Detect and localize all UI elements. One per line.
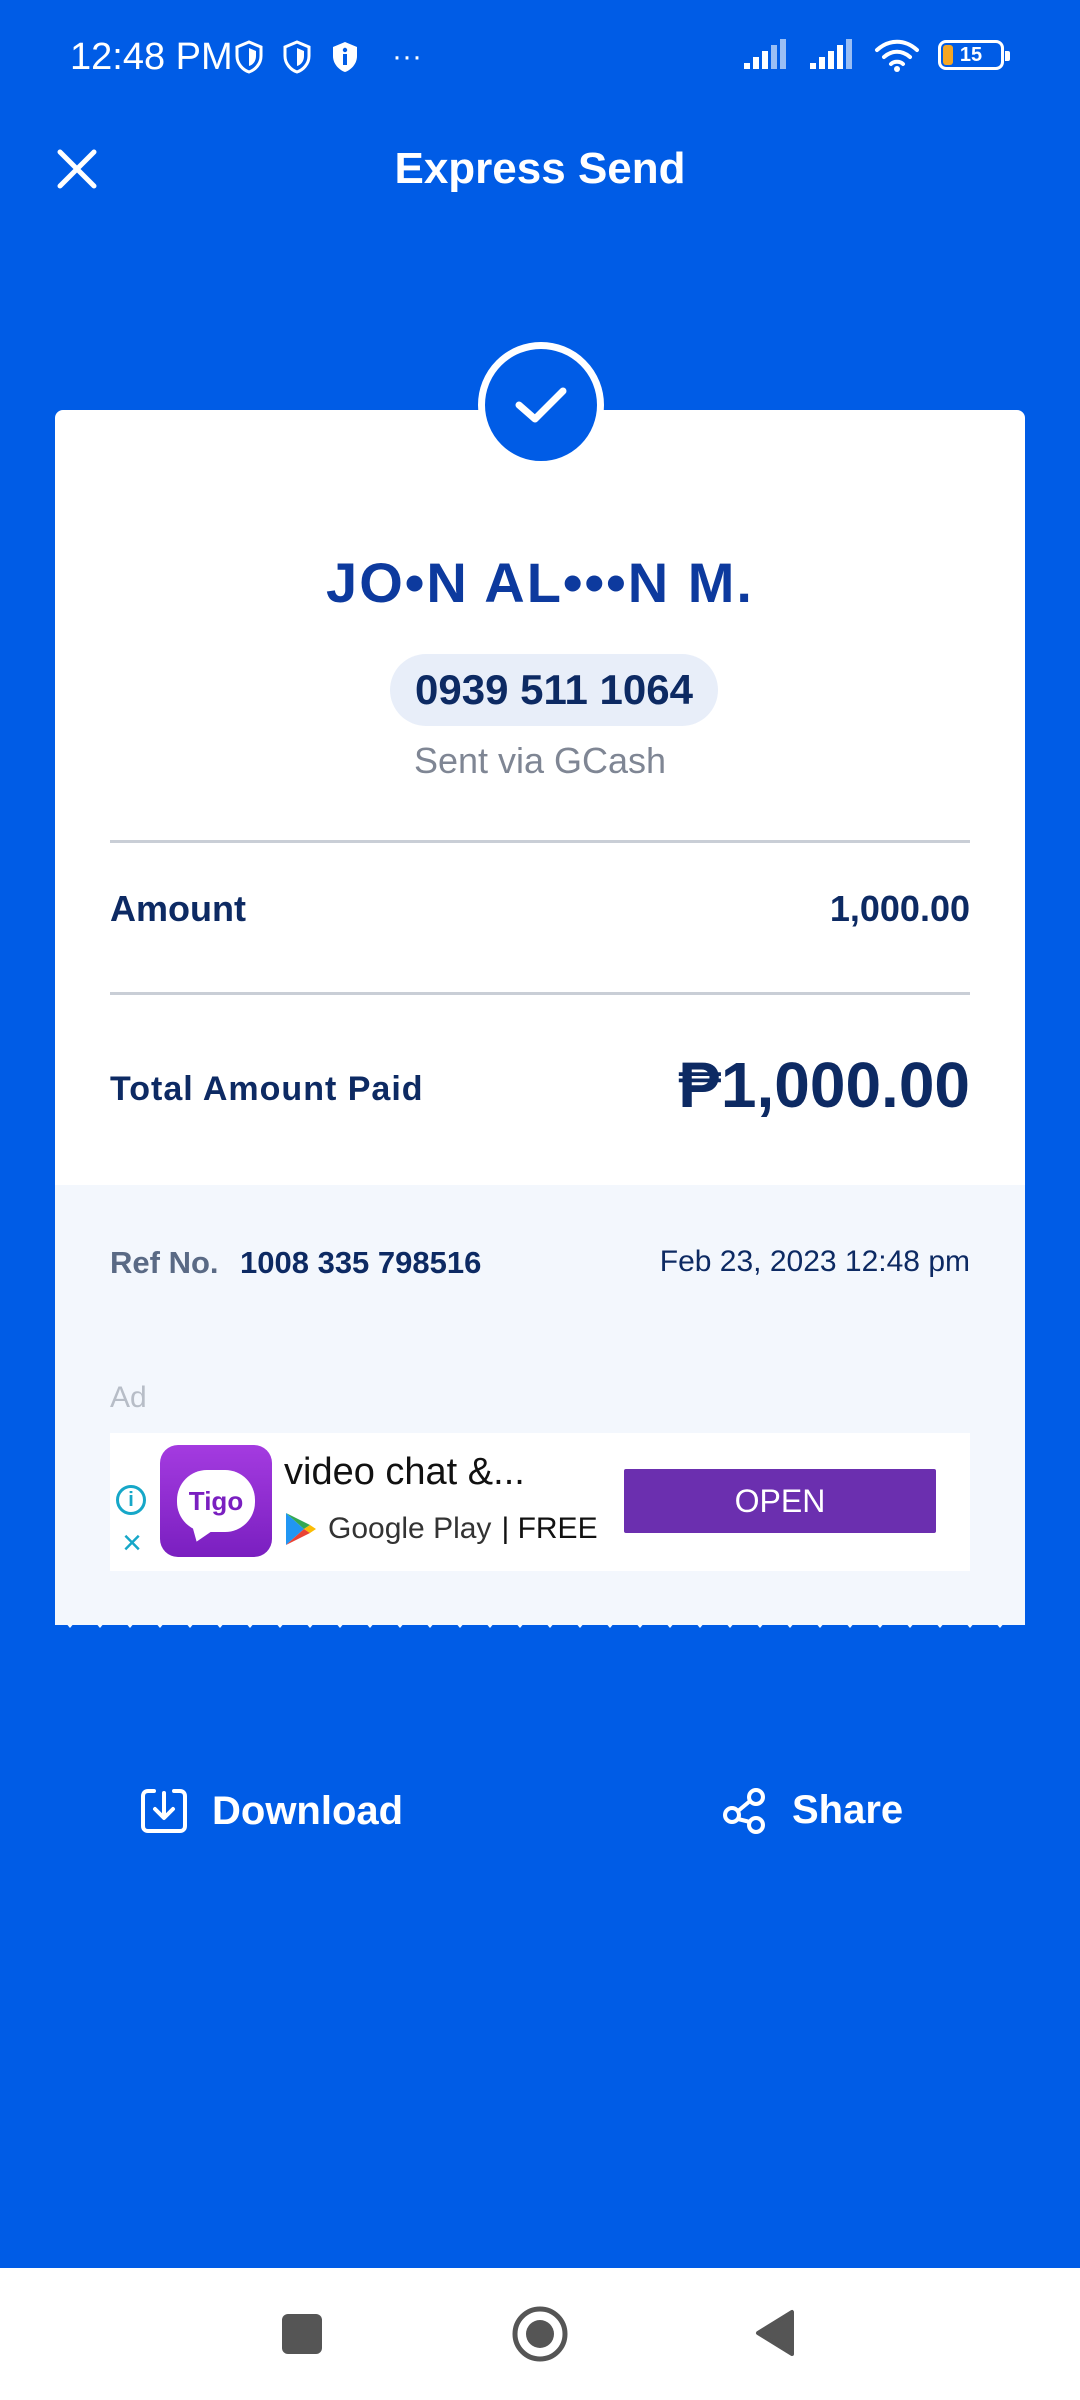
back-button[interactable] [752, 2308, 796, 2358]
status-bar: 12:48 PM ··· 15 [0, 0, 1080, 120]
sent-via-label: Sent via GCash [413, 740, 667, 781]
page-title: Express Send [394, 144, 686, 193]
shield-info-icon [333, 42, 357, 72]
total-amount-label: Total Amount Paid [110, 1070, 424, 1108]
ref-number: 1008 335 798516 [240, 1245, 482, 1280]
receipt-card: JO•N AL•••N M. 0939 511 1064 Sent via GC… [55, 410, 1025, 1640]
share-icon [723, 1788, 765, 1834]
recipient-name: JO•N AL•••N M. [326, 551, 754, 614]
home-button[interactable] [510, 2304, 570, 2364]
receipt-summary: JO•N AL•••N M. 0939 511 1064 Sent via GC… [55, 410, 1025, 1185]
share-button[interactable]: Share [720, 1785, 903, 1835]
download-label: Download [212, 1788, 404, 1833]
signal-icon [810, 39, 852, 69]
more-notifications-icon: ··· [392, 40, 422, 73]
status-right-icons: 15 [742, 38, 1010, 72]
header: Express Send [0, 120, 1080, 220]
recent-apps-button[interactable] [282, 2314, 322, 2354]
system-nav-bar [0, 2268, 1080, 2400]
amount-value: 1,000.00 [829, 888, 970, 929]
ad-price: | FREE [501, 1512, 598, 1545]
ad-store-name: Google Play [328, 1512, 492, 1545]
ad-app-icon[interactable]: Tigo [160, 1445, 272, 1557]
ad-info-icon[interactable]: i [116, 1485, 146, 1515]
google-play-icon [286, 1513, 316, 1545]
ad-banner[interactable]: i × Tigo video chat &... Google Play | F… [110, 1433, 970, 1571]
total-amount-value: ₱1,000.00 [678, 1049, 970, 1121]
share-label: Share [792, 1787, 904, 1832]
signal-icon [744, 39, 786, 69]
battery-level: 15 [959, 43, 983, 66]
wifi-icon [875, 39, 919, 72]
amount-label: Amount [110, 888, 246, 929]
battery-icon: 15 [938, 40, 1010, 70]
status-left-icons: ··· [234, 40, 422, 74]
ref-label: Ref No. [110, 1245, 219, 1280]
ad-store-row: Google Play | FREE [284, 1511, 598, 1547]
tigo-logo: Tigo [177, 1470, 255, 1532]
ad-close-icon[interactable]: × [118, 1526, 146, 1560]
download-icon [141, 1789, 187, 1833]
ad-label: Ad [110, 1381, 147, 1414]
success-check-badge [478, 342, 604, 468]
receipt-zigzag-edge [55, 1610, 1025, 1628]
recipient-phone: 0939 511 1064 [390, 654, 718, 726]
ad-open-button[interactable]: OPEN [624, 1469, 936, 1533]
checkmark-icon [515, 387, 567, 423]
ad-title[interactable]: video chat &... [284, 1451, 525, 1494]
shield-icon [283, 40, 311, 74]
status-time: 12:48 PM [70, 36, 233, 78]
shield-icon [235, 40, 263, 74]
receipt-details: Ref No. 1008 335 798516 Feb 23, 2023 12:… [55, 1185, 1025, 1625]
download-button[interactable]: Download [138, 1785, 403, 1837]
transaction-date: Feb 23, 2023 12:48 pm [659, 1245, 970, 1278]
divider [110, 840, 970, 843]
divider [110, 992, 970, 995]
